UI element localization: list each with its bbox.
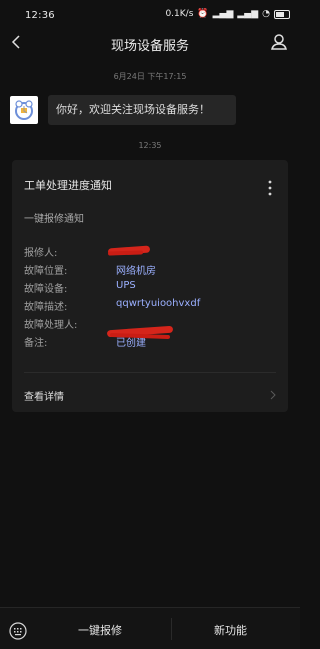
field-label: 故障处理人: (24, 320, 78, 331)
work-order-card[interactable]: 工单处理进度通知 一键报修通知 报修人: 故障位置: 网络机房 故障设备: UP… (12, 160, 288, 412)
field-label: 备注: (24, 338, 48, 349)
message-timestamp: 6月24日 下午17:15 (113, 72, 187, 81)
field-row: 故障设备: UPS (24, 280, 274, 298)
keyboard-icon[interactable] (9, 622, 27, 640)
status-time: 12:36 (25, 10, 55, 21)
wechat-service-chat-screen: 12:36 0.1K/s ⏰ ▂▄▆ ▂▄▆ ◔ 现场设备服务 6月24日 下午… (0, 0, 300, 649)
status-icons: 0.1K/s ⏰ ▂▄▆ ▂▄▆ ◔ (165, 9, 290, 19)
signal-icon: ▂▄▆ (237, 9, 259, 19)
field-value: qqwrtyuioohvxdf (116, 298, 201, 309)
battery-icon (274, 9, 290, 19)
field-label: 故障设备: (24, 284, 68, 295)
alarm-icon: ⏰ (197, 9, 209, 19)
message-timestamp: 12:35 (138, 141, 162, 150)
menu-item-one-click-repair[interactable]: 一键报修 (78, 622, 122, 638)
field-value: UPS (116, 280, 136, 291)
service-avatar[interactable] (10, 96, 38, 124)
signal-icon: ▂▄▆ (212, 9, 234, 19)
back-icon[interactable] (8, 33, 26, 51)
profile-icon[interactable] (269, 32, 289, 52)
card-subtitle: 一键报修通知 (24, 214, 84, 225)
card-divider (24, 372, 276, 373)
field-label: 故障描述: (24, 302, 68, 313)
card-title: 工单处理进度通知 (24, 179, 112, 192)
chevron-right-icon (270, 390, 276, 400)
wifi-icon: ◔ (262, 9, 270, 19)
top-navigation: 现场设备服务 (0, 30, 300, 58)
view-details-link[interactable]: 查看详情 (24, 388, 276, 404)
field-row: 故障描述: qqwrtyuioohvxdf (24, 298, 274, 316)
field-row: 故障位置: 网络机房 (24, 262, 274, 280)
clock-logo-icon (15, 100, 33, 120)
menu-item-new-features[interactable]: 新功能 (214, 622, 247, 638)
details-label: 查看详情 (24, 392, 64, 403)
welcome-message: 你好，欢迎关注现场设备服务！ (48, 95, 236, 125)
bottom-menu-bar: 一键报修 新功能 (0, 607, 300, 649)
field-label: 报修人: (24, 248, 58, 259)
page-title: 现场设备服务 (110, 39, 189, 54)
status-bar: 12:36 0.1K/s ⏰ ▂▄▆ ▂▄▆ ◔ (0, 0, 300, 30)
menu-divider (171, 618, 172, 640)
field-label: 故障位置: (24, 266, 68, 277)
more-options-icon[interactable] (268, 180, 272, 196)
network-speed: 0.1K/s (165, 9, 194, 19)
field-value: 网络机房 (116, 266, 156, 277)
